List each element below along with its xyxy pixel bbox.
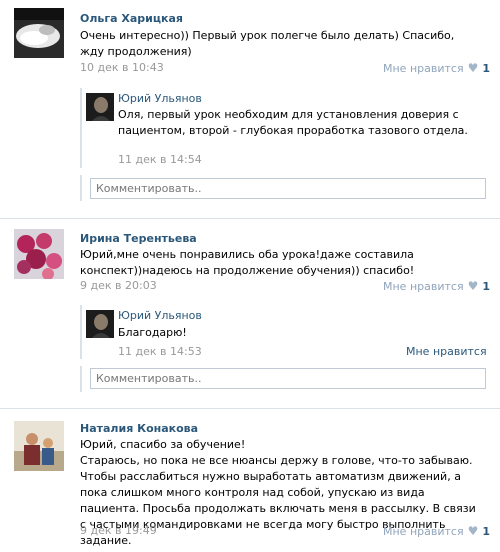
comment-input-wrap: Комментировать..	[80, 175, 492, 201]
avatar-photo-icon	[86, 310, 114, 338]
comment: Ольга Харицкая Очень интересно)) Первый …	[0, 0, 500, 215]
reply-date[interactable]: 11 дек в 14:54	[118, 153, 202, 166]
reply-text: Оля, первый урок необходим для установле…	[118, 108, 468, 137]
comment-author[interactable]: Наталия Конакова	[80, 422, 198, 435]
heart-icon: ♥	[467, 61, 479, 75]
comment-author[interactable]: Ольга Харицкая	[80, 12, 183, 25]
reply-author[interactable]: Юрий Ульянов	[118, 92, 202, 105]
like-button[interactable]: Мне нравится ♥ 1	[383, 524, 490, 538]
like-label: Мне нравится	[383, 61, 464, 75]
reply-like-button[interactable]: Мне нравится	[406, 345, 487, 358]
reply-author[interactable]: Юрий Ульянов	[118, 309, 202, 322]
comment: Наталия Конакова Юрий, спасибо за обучен…	[0, 409, 500, 552]
comment-input[interactable]: Комментировать..	[90, 368, 486, 389]
like-label: Мне нравится	[383, 279, 464, 293]
avatar[interactable]	[14, 229, 64, 279]
comment-text: Юрий,мне очень понравились оба урока!даж…	[80, 248, 415, 277]
like-button[interactable]: Мне нравится ♥ 1	[383, 279, 490, 293]
avatar-photo-icon	[14, 229, 64, 279]
avatar-photo-icon	[86, 93, 114, 121]
heart-icon: ♥	[467, 524, 479, 538]
reply-text: Благодарю!	[118, 326, 187, 339]
heart-icon: ♥	[467, 279, 479, 293]
comment-author[interactable]: Ирина Терентьева	[80, 232, 197, 245]
reply-date[interactable]: 11 дек в 14:53	[118, 345, 202, 358]
reply-avatar[interactable]	[86, 93, 114, 121]
like-label: Мне нравится	[383, 524, 464, 538]
comment: Ирина Терентьева Юрий,мне очень понравил…	[0, 219, 500, 399]
like-count: 1	[482, 524, 490, 538]
comment-date[interactable]: 9 дек в 20:03	[80, 279, 157, 292]
comment-date[interactable]: 9 дек в 19:49	[80, 524, 157, 537]
comment-input-wrap: Комментировать..	[80, 366, 492, 392]
avatar[interactable]	[14, 421, 64, 471]
like-count: 1	[482, 61, 490, 75]
avatar-photo-icon	[14, 421, 64, 471]
comment-text: Очень интересно)) Первый урок полегче бы…	[80, 29, 455, 58]
like-count: 1	[482, 279, 490, 293]
comment-date[interactable]: 10 дек в 10:43	[80, 61, 164, 74]
avatar[interactable]	[14, 8, 64, 58]
comment-input[interactable]: Комментировать..	[90, 178, 486, 199]
reply-avatar[interactable]	[86, 310, 114, 338]
reply: Юрий Ульянов Оля, первый урок необходим …	[80, 88, 492, 168]
like-button[interactable]: Мне нравится ♥ 1	[383, 61, 490, 75]
reply: Юрий Ульянов Благодарю! 11 дек в 14:53 М…	[80, 305, 492, 359]
avatar-photo-icon	[14, 8, 64, 58]
